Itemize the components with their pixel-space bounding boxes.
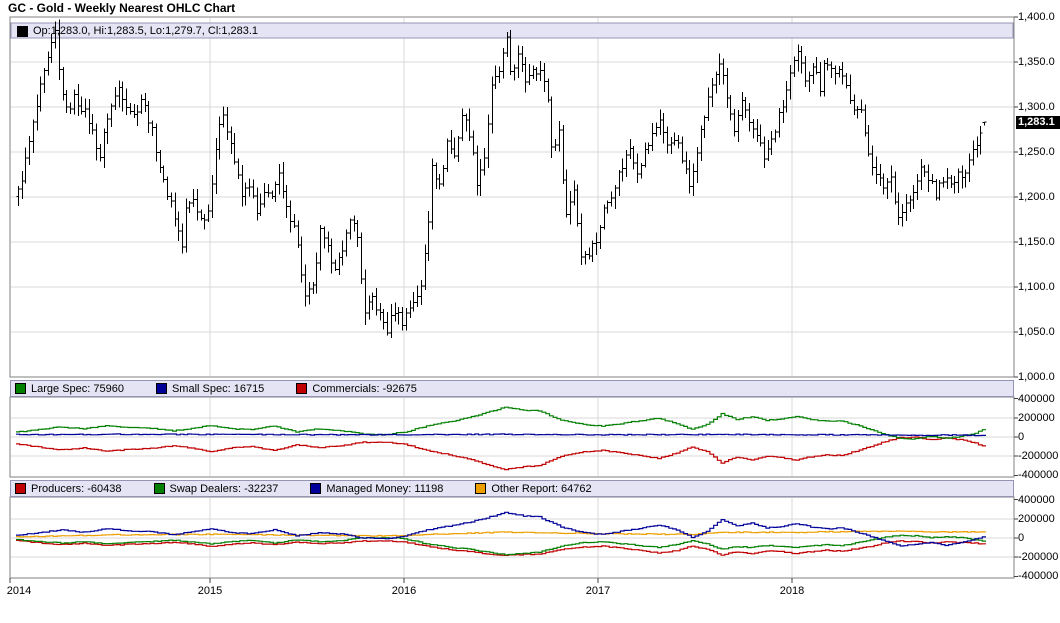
x-axis-tick-label: 2018 (780, 585, 804, 597)
legend-item: Managed Money: 11198 (310, 483, 443, 495)
legend-swatch-icon (296, 383, 307, 394)
legend-swatch-icon (15, 383, 26, 394)
y-axis-tick-label: 400000 (1018, 393, 1055, 405)
last-price-badge: 1,283.1 (1016, 116, 1060, 129)
chart-page: GC - Gold - Weekly Nearest OHLC Chart Op… (0, 0, 1060, 623)
y-axis-tick-label: -400000 (1018, 570, 1058, 582)
y-axis-tick-label: 200000 (1018, 412, 1055, 424)
legend-item: Large Spec: 75960 (15, 383, 124, 395)
x-axis-tick-label: 2017 (586, 585, 610, 597)
legend-item: Producers: -60438 (15, 483, 122, 495)
y-axis-tick-label: 0 (1018, 431, 1024, 443)
y-axis-tick-label: 0 (1018, 532, 1024, 544)
y-axis-tick-label: 1,000.0 (1018, 371, 1055, 383)
legend-label: Op:1,283.0, Hi:1,283.5, Lo:1,279.7, Cl:1… (33, 25, 258, 37)
legend-swatch-icon (310, 483, 321, 494)
y-axis-tick-label: 1,050.0 (1018, 326, 1055, 338)
y-axis-tick-label: 1,200.0 (1018, 191, 1055, 203)
x-axis-tick-label: 2016 (392, 585, 416, 597)
y-axis-tick-label: 1,250.0 (1018, 146, 1055, 158)
legend-label: Large Spec: 75960 (31, 383, 124, 395)
legend-label: Commercials: -92675 (312, 383, 417, 395)
y-axis-tick-label: 400000 (1018, 494, 1055, 506)
legend-item: Swap Dealers: -32237 (154, 483, 279, 495)
legend-item: Commercials: -92675 (296, 383, 417, 395)
legend-label: Small Spec: 16715 (172, 383, 264, 395)
legend-item: Op:1,283.0, Hi:1,283.5, Lo:1,279.7, Cl:1… (17, 25, 258, 37)
legend-item: Small Spec: 16715 (156, 383, 264, 395)
y-axis-tick-label: -400000 (1018, 469, 1058, 481)
y-axis-tick-label: 1,150.0 (1018, 236, 1055, 248)
legend-item: Other Report: 64762 (475, 483, 591, 495)
legend-label: Producers: -60438 (31, 483, 122, 495)
y-axis-tick-label: -200000 (1018, 450, 1058, 462)
y-axis-tick-label: 1,100.0 (1018, 281, 1055, 293)
y-axis-tick-label: 1,400.0 (1018, 11, 1055, 23)
cot-disaggregated-legend: Producers: -60438 Swap Dealers: -32237 Man… (10, 480, 1014, 497)
chart-canvas (0, 0, 1060, 623)
legend-swatch-icon (475, 483, 486, 494)
legend-swatch-icon (15, 483, 26, 494)
legend-label: Other Report: 64762 (491, 483, 591, 495)
y-axis-tick-label: -200000 (1018, 551, 1058, 563)
legend-swatch-icon (154, 483, 165, 494)
x-axis-tick-label: 2015 (198, 585, 222, 597)
y-axis-tick-label: 1,300.0 (1018, 101, 1055, 113)
ohlc-legend: Op:1,283.0, Hi:1,283.5, Lo:1,279.7, Cl:1… (13, 24, 290, 38)
cot-legacy-legend: Large Spec: 75960 Small Spec: 16715 Commer… (10, 380, 1014, 397)
y-axis-tick-label: 1,350.0 (1018, 56, 1055, 68)
legend-swatch-icon (17, 26, 28, 37)
legend-label: Managed Money: 11198 (326, 483, 443, 495)
legend-swatch-icon (156, 383, 167, 394)
y-axis-tick-label: 200000 (1018, 513, 1055, 525)
x-axis-tick-label: 2014 (7, 585, 31, 597)
legend-label: Swap Dealers: -32237 (170, 483, 279, 495)
